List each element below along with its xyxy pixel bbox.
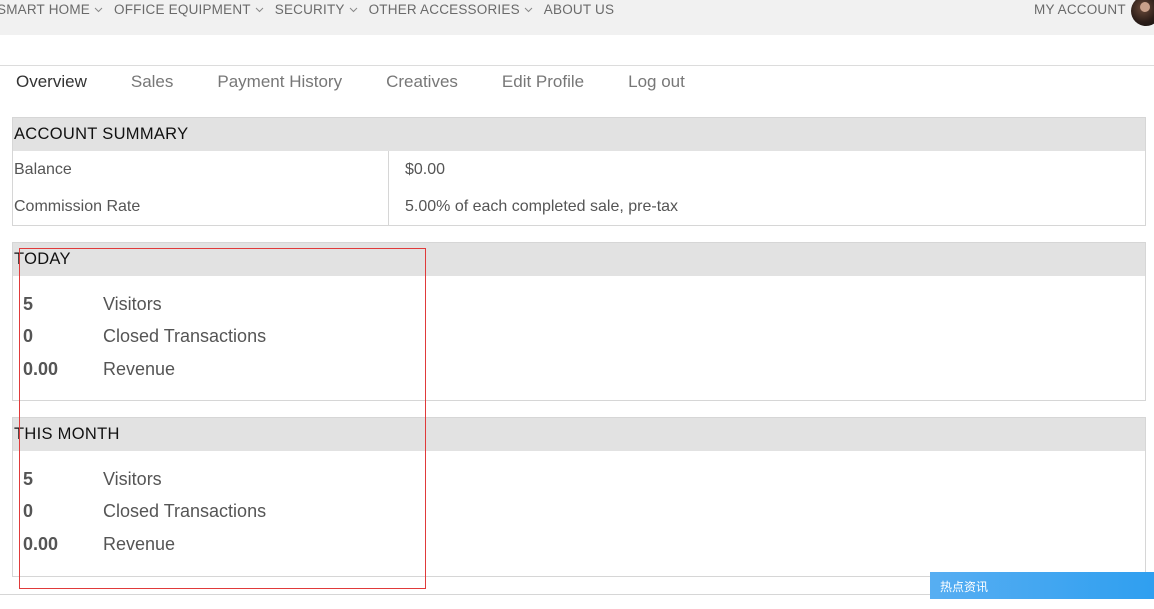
panel-title: ACCOUNT SUMMARY <box>13 118 1145 151</box>
account-summary-panel: ACCOUNT SUMMARY Balance $0.00 Commission… <box>12 117 1146 226</box>
menu-item-label: OTHER ACCESSORIES <box>368 1 520 17</box>
balance-value: $0.00 <box>405 160 446 178</box>
tab-creatives[interactable]: Creatives <box>386 72 458 92</box>
menu-item-label: ABOUT US <box>543 1 615 17</box>
chevron-down-icon <box>348 4 359 15</box>
hot-news-title: 热点资讯 <box>940 580 989 594</box>
tab-log-out[interactable]: Log out <box>628 72 685 92</box>
menu-item-about-us[interactable]: ABOUT US <box>544 2 614 17</box>
chevron-down-icon <box>523 4 534 15</box>
tab-overview[interactable]: Overview <box>16 72 87 92</box>
menu-item-smart-home[interactable]: SMART HOME <box>0 2 104 17</box>
tab-sales[interactable]: Sales <box>131 72 174 92</box>
menu-item-office-equipment[interactable]: OFFICE EQUIPMENT <box>114 2 265 17</box>
balance-label: Balance <box>13 151 389 188</box>
divider <box>0 65 1154 66</box>
my-account-link[interactable]: MY ACCOUNT <box>1034 0 1126 18</box>
avatar[interactable] <box>1131 0 1154 26</box>
table-row: Commission Rate 5.00% of each completed … <box>13 188 1145 225</box>
tab-payment-history[interactable]: Payment History <box>217 72 342 92</box>
commission-rate-value: 5.00% of each completed sale, pre-tax <box>405 197 679 215</box>
top-navigation-bar: SMART HOME OFFICE EQUIPMENT SECURITY OTH… <box>0 0 1154 35</box>
main-menu: SMART HOME OFFICE EQUIPMENT SECURITY OTH… <box>0 0 624 18</box>
selection-highlight <box>19 248 426 589</box>
menu-item-security[interactable]: SECURITY <box>275 2 359 17</box>
table-row: Balance $0.00 <box>13 151 1145 188</box>
chevron-down-icon <box>93 4 104 15</box>
menu-item-other-accessories[interactable]: OTHER ACCESSORIES <box>369 2 534 17</box>
menu-item-label: OFFICE EQUIPMENT <box>114 1 251 17</box>
divider <box>0 594 930 595</box>
account-tabs: Overview Sales Payment History Creatives… <box>16 72 729 92</box>
menu-item-label: SMART HOME <box>0 1 91 17</box>
chevron-down-icon <box>254 4 265 15</box>
commission-rate-label: Commission Rate <box>13 188 389 225</box>
tab-edit-profile[interactable]: Edit Profile <box>502 72 584 92</box>
menu-item-label: SECURITY <box>274 1 345 17</box>
my-account-label: MY ACCOUNT <box>1034 1 1126 17</box>
hot-news-widget[interactable]: 热点资讯 <box>930 572 1154 609</box>
hot-news-body <box>930 599 1154 609</box>
